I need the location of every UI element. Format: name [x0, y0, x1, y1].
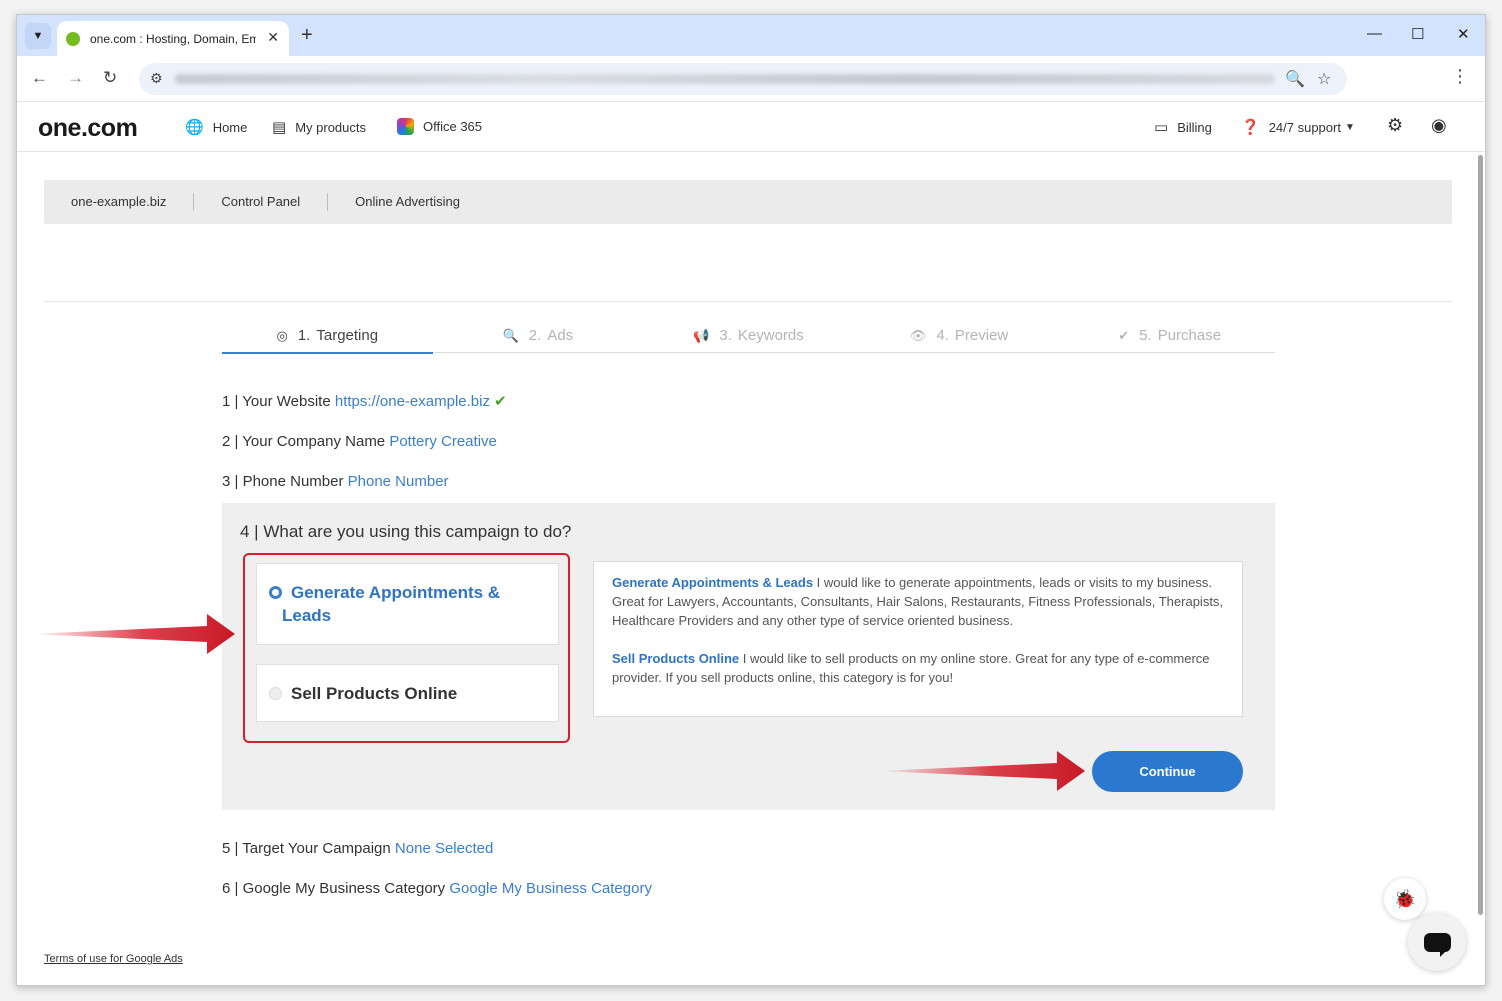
favicon-icon: [66, 31, 80, 46]
check-circle-icon: ✔: [1118, 328, 1130, 343]
browser-window: ▼ one.com : Hosting, Domain, Email ✕ + —…: [16, 14, 1486, 986]
browser-tab[interactable]: one.com : Hosting, Domain, Email ✕: [57, 21, 289, 56]
minimize-icon[interactable]: —: [1367, 25, 1382, 42]
option-generate-leads[interactable]: Generate Appointments & Leads: [256, 563, 559, 645]
company-name-link[interactable]: Pottery Creative: [389, 433, 497, 450]
megaphone-icon: 📢: [693, 328, 710, 343]
gmb-category-row: 6 | Google My Business Category Google M…: [222, 880, 652, 897]
step-ads[interactable]: 🔍 2. Ads: [433, 327, 644, 352]
close-window-icon[interactable]: ✕: [1457, 25, 1470, 43]
reload-icon[interactable]: ↻: [103, 68, 117, 88]
nav-billing[interactable]: ▭ Billing: [1154, 118, 1212, 136]
tab-title: one.com : Hosting, Domain, Email: [90, 31, 256, 46]
site-header: one.com 🌐 Home ▤ My products Office 365 …: [17, 102, 1485, 152]
target-campaign-link[interactable]: None Selected: [395, 840, 493, 857]
radio-unselected-icon[interactable]: [269, 687, 282, 700]
help-icon: ❓: [1241, 119, 1260, 136]
products-icon: ▤: [272, 119, 287, 136]
gmb-category-link[interactable]: Google My Business Category: [449, 880, 652, 897]
target-icon: ◎: [276, 328, 288, 343]
browser-toolbar: ← → ↻ ⚙ 🔍 ☆ ⋮: [17, 56, 1485, 102]
browser-menu-icon[interactable]: ⋮: [1451, 66, 1469, 87]
chat-button[interactable]: [1408, 913, 1466, 971]
website-link[interactable]: https://one-example.biz: [335, 393, 490, 410]
maximize-icon[interactable]: ☐: [1411, 25, 1424, 43]
credit-card-icon: ▭: [1154, 119, 1169, 136]
key-icon: 🔍: [502, 328, 519, 343]
checkmark-icon: ✔: [494, 393, 507, 410]
bookmark-star-icon[interactable]: ☆: [1317, 69, 1331, 89]
breadcrumb: one-example.biz Control Panel Online Adv…: [44, 180, 1452, 224]
target-campaign-row: 5 | Target Your Campaign None Selected: [222, 840, 494, 857]
step-purchase[interactable]: ✔ 5. Purchase: [1064, 327, 1275, 352]
radio-selected-icon[interactable]: [269, 586, 282, 599]
logo[interactable]: one.com: [38, 114, 138, 143]
zoom-icon[interactable]: 🔍: [1285, 69, 1305, 89]
divider: [44, 301, 1452, 302]
company-row: 2 | Your Company Name Pottery Creative: [222, 433, 497, 450]
forward-icon[interactable]: →: [67, 68, 84, 88]
scrollbar[interactable]: [1478, 155, 1483, 915]
back-icon[interactable]: ←: [31, 68, 48, 88]
step-targeting[interactable]: ◎ 1. Targeting: [222, 327, 433, 354]
option-sell-products[interactable]: Sell Products Online: [256, 664, 559, 722]
nav-support[interactable]: ❓ 24/7 support ▼: [1241, 118, 1355, 136]
assistant-bug-icon[interactable]: 🐞: [1384, 878, 1426, 920]
address-bar[interactable]: ⚙ 🔍 ☆: [139, 63, 1347, 95]
site-settings-icon[interactable]: ⚙: [150, 70, 163, 87]
breadcrumb-control-panel[interactable]: Control Panel: [194, 193, 329, 211]
nav-office365[interactable]: Office 365: [397, 118, 482, 135]
tab-search-chevron-icon[interactable]: ▼: [25, 23, 51, 49]
gear-icon[interactable]: ⚙: [1387, 115, 1403, 136]
chevron-down-icon: ▼: [1344, 121, 1355, 133]
chat-icon: [1423, 932, 1451, 957]
annotation-arrow-icon: [31, 614, 235, 654]
new-tab-icon[interactable]: +: [301, 24, 313, 46]
blurred-url: [175, 74, 1275, 84]
phone-number-link[interactable]: Phone Number: [348, 473, 449, 490]
account-icon[interactable]: ◉: [1431, 115, 1447, 136]
campaign-goal-panel: 4 | What are you using this campaign to …: [222, 503, 1275, 810]
step-preview[interactable]: 👁 4. Preview: [854, 327, 1065, 352]
nav-home[interactable]: 🌐 Home: [185, 118, 247, 136]
globe-icon: 🌐: [185, 119, 204, 136]
nav-my-products[interactable]: ▤ My products: [272, 118, 366, 136]
annotation-arrow-icon: [879, 751, 1085, 791]
wizard-steps: ◎ 1. Targeting 🔍 2. Ads 📢 3. Keywords 👁 4. Previ…: [222, 327, 1275, 354]
phone-row: 3 | Phone Number Phone Number: [222, 473, 449, 490]
terms-link[interactable]: Terms of use for Google Ads: [44, 953, 183, 965]
campaign-question: 4 | What are you using this campaign to …: [240, 522, 572, 541]
step-keywords[interactable]: 📢 3. Keywords: [643, 327, 854, 352]
continue-button[interactable]: Continue: [1092, 751, 1243, 792]
breadcrumb-online-advertising[interactable]: Online Advertising: [328, 193, 487, 211]
website-row: 1 | Your Website https://one-example.biz…: [222, 393, 507, 410]
breadcrumb-domain[interactable]: one-example.biz: [44, 193, 195, 211]
eye-icon: 👁: [909, 328, 927, 343]
option-description: Generate Appointments & Leads I would li…: [593, 561, 1243, 717]
tab-close-icon[interactable]: ✕: [267, 29, 279, 46]
tab-strip: ▼ one.com : Hosting, Domain, Email ✕ + —…: [17, 15, 1485, 56]
office365-icon: [397, 118, 414, 135]
